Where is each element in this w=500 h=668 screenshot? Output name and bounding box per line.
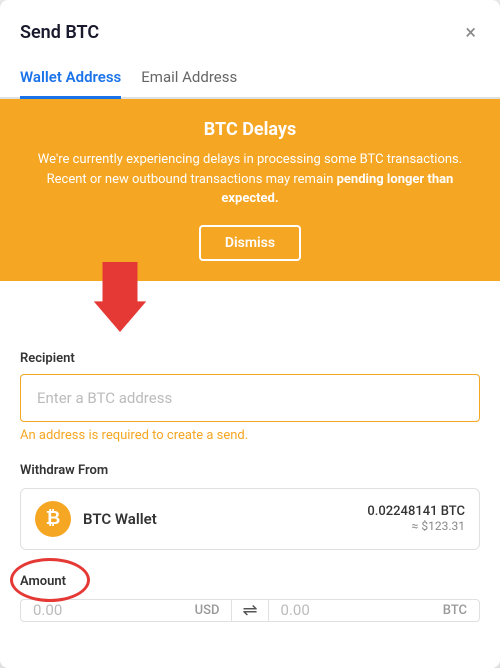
modal-title: Send BTC <box>20 22 99 43</box>
swap-button[interactable]: ⇌ <box>231 600 268 621</box>
amount-btc-input[interactable] <box>281 601 443 619</box>
withdraw-label: Withdraw From <box>20 463 480 478</box>
wallet-name: BTC Wallet <box>83 510 367 528</box>
swap-icon: ⇌ <box>242 600 257 621</box>
tab-email-address[interactable]: Email Address <box>141 68 237 99</box>
modal-body: Recipient An address is required to crea… <box>0 281 500 668</box>
wallet-balance: 0.02248141 BTC ≈ $123.31 <box>367 504 465 533</box>
recipient-error: An address is required to create a send. <box>20 428 480 443</box>
recipient-label: Recipient <box>20 351 480 366</box>
wallet-row[interactable]: ₿ BTC Wallet 0.02248141 BTC ≈ $123.31 <box>20 488 480 550</box>
tab-wallet-address[interactable]: Wallet Address <box>20 68 121 99</box>
dismiss-button[interactable]: Dismiss <box>199 225 301 261</box>
alert-message: We're currently experiencing delays in p… <box>24 150 476 209</box>
usd-currency-label: USD <box>195 603 220 618</box>
tab-bar: Wallet Address Email Address <box>0 56 500 99</box>
amount-row: USD ⇌ BTC <box>20 599 480 622</box>
amount-usd-input[interactable] <box>33 601 195 619</box>
alert-banner: BTC Delays We're currently experiencing … <box>0 99 500 281</box>
btc-icon: ₿ <box>35 501 71 537</box>
amount-label: Amount <box>20 574 66 589</box>
modal-header: Send BTC × <box>0 0 500 46</box>
btc-currency-label: BTC <box>443 603 467 618</box>
amount-usd-group: USD <box>21 600 231 621</box>
recipient-input[interactable] <box>20 374 480 422</box>
amount-btc-group: BTC <box>269 600 479 621</box>
balance-btc: 0.02248141 BTC <box>367 504 465 519</box>
amount-section: Amount USD ⇌ BTC <box>20 570 480 622</box>
close-button[interactable]: × <box>461 18 480 46</box>
alert-title: BTC Delays <box>24 119 476 140</box>
amount-label-wrapper: Amount <box>20 570 66 589</box>
send-btc-modal: Send BTC × Wallet Address Email Address … <box>0 0 500 668</box>
arrow-indicator <box>90 262 150 336</box>
balance-usd: ≈ $123.31 <box>367 519 465 533</box>
